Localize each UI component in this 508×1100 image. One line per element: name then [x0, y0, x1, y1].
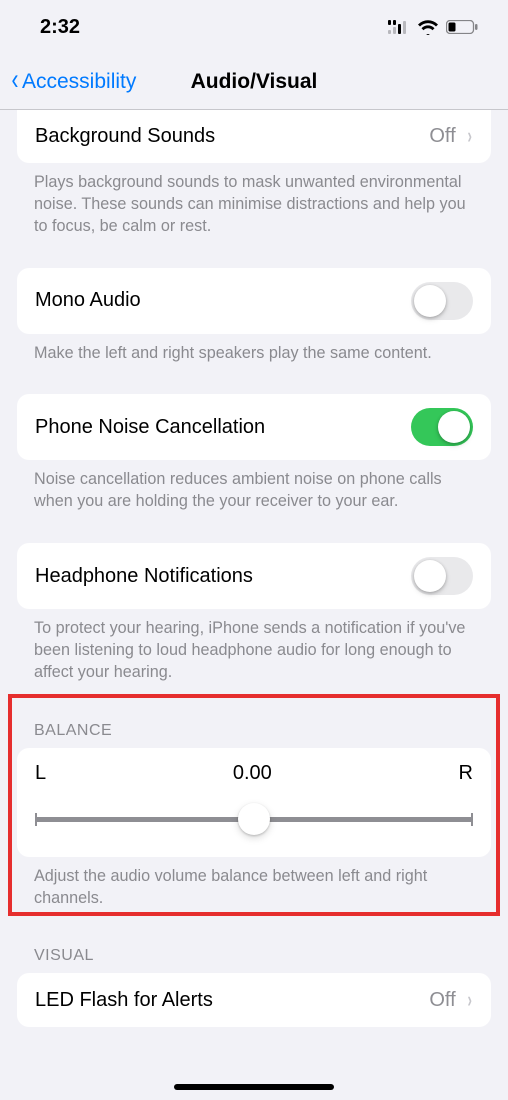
- noise-cancel-footer: Noise cancellation reduces ambient noise…: [0, 460, 508, 513]
- nav-separator: [0, 109, 508, 110]
- balance-cell: L 0.00 R: [17, 748, 491, 857]
- status-bar: 2:32: [0, 0, 508, 54]
- balance-value: 0.00: [233, 762, 272, 785]
- headphone-notif-group: Headphone Notifications: [17, 543, 491, 609]
- mono-audio-label: Mono Audio: [35, 289, 141, 312]
- slider-thumb[interactable]: [238, 803, 270, 835]
- led-flash-cell[interactable]: LED Flash for Alerts Off ›: [17, 973, 491, 1027]
- headphone-notif-toggle[interactable]: [411, 557, 473, 595]
- balance-header: BALANCE: [0, 722, 508, 748]
- background-sounds-cell[interactable]: Background Sounds Off ›: [17, 109, 491, 163]
- mono-audio-toggle[interactable]: [411, 282, 473, 320]
- wifi-icon: [417, 19, 439, 35]
- chevron-right-icon: ›: [467, 987, 471, 1013]
- content-scroll[interactable]: Background Sounds Off › Plays background…: [0, 109, 508, 1087]
- mono-audio-footer: Make the left and right speakers play th…: [0, 334, 508, 365]
- status-time: 2:32: [40, 16, 80, 39]
- noise-cancel-label: Phone Noise Cancellation: [35, 416, 265, 439]
- balance-right-label: R: [459, 762, 473, 785]
- background-sounds-footer: Plays background sounds to mask unwanted…: [0, 163, 508, 238]
- chevron-right-icon: ›: [467, 123, 471, 149]
- home-indicator[interactable]: [174, 1084, 334, 1090]
- visual-header: VISUAL: [0, 947, 508, 973]
- mono-audio-cell: Mono Audio: [17, 268, 491, 334]
- back-label: Accessibility: [22, 70, 136, 94]
- chevron-left-icon: ‹: [12, 65, 19, 95]
- cellular-icon: [388, 20, 410, 34]
- balance-group: L 0.00 R: [17, 748, 491, 857]
- visual-group: LED Flash for Alerts Off ›: [17, 973, 491, 1027]
- noise-cancel-toggle[interactable]: [411, 408, 473, 446]
- mono-audio-group: Mono Audio: [17, 268, 491, 334]
- headphone-notif-label: Headphone Notifications: [35, 565, 253, 588]
- battery-icon: [446, 20, 478, 34]
- back-button[interactable]: ‹ Accessibility: [10, 69, 136, 95]
- headphone-notif-cell: Headphone Notifications: [17, 543, 491, 609]
- balance-footer: Adjust the audio volume balance between …: [0, 857, 508, 910]
- headphone-notif-footer: To protect your hearing, iPhone sends a …: [0, 609, 508, 684]
- led-flash-label: LED Flash for Alerts: [35, 989, 213, 1012]
- status-right: [388, 19, 478, 35]
- balance-slider[interactable]: [35, 803, 473, 835]
- led-flash-value: Off: [429, 989, 455, 1012]
- background-sounds-value: Off: [429, 125, 455, 148]
- nav-bar: ‹ Accessibility Audio/Visual: [0, 54, 508, 109]
- noise-cancel-cell: Phone Noise Cancellation: [17, 394, 491, 460]
- slider-tick-right: [471, 813, 473, 826]
- background-sounds-group: Background Sounds Off ›: [17, 109, 491, 163]
- noise-cancel-group: Phone Noise Cancellation: [17, 394, 491, 460]
- background-sounds-label: Background Sounds: [35, 125, 215, 148]
- balance-left-label: L: [35, 762, 46, 785]
